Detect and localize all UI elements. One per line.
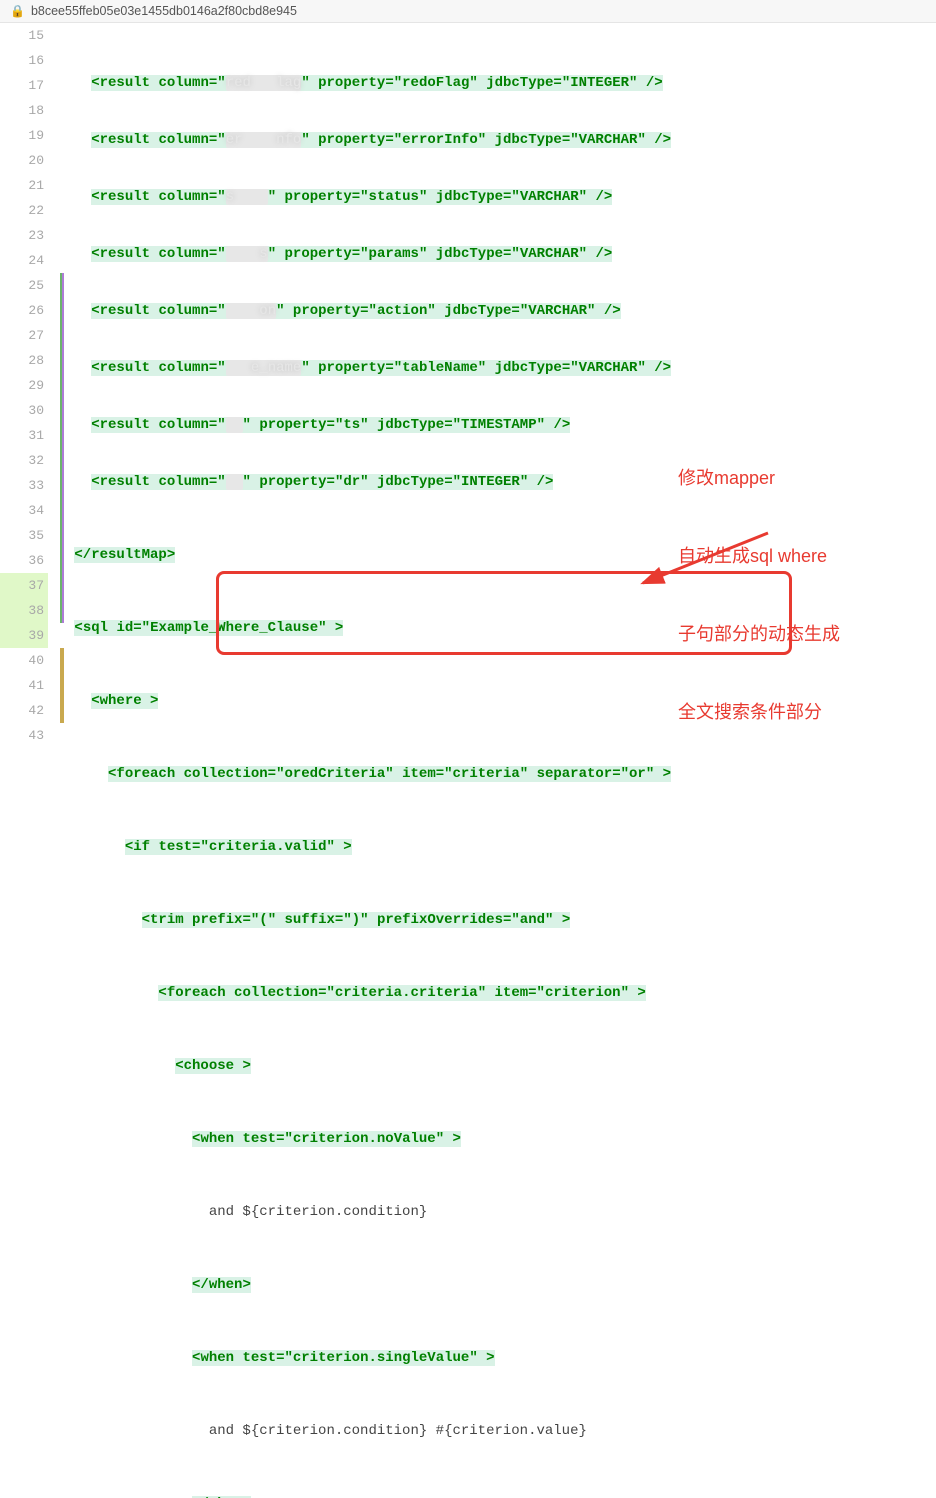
code-editor[interactable]: 15 16 17 18 19 20 21 22 23 24 25 26 27 2… [0,23,936,1498]
line-number: 40 [0,648,48,673]
code-line: <foreach collection="criteria.criteria" … [58,981,936,1006]
code-line: </when> [58,1492,936,1498]
line-number: 35 [0,523,48,548]
line-number: 39 [0,623,48,648]
code-line: </when> [58,1273,936,1298]
code-line: <when test="criterion.singleValue" > [58,1346,936,1371]
line-number: 36 [0,548,48,573]
line-number: 24 [0,248,48,273]
line-number: 42 [0,698,48,723]
line-number: 32 [0,448,48,473]
code-line: <result column=" on" property="action" j… [58,299,936,324]
redacted-text: s [226,189,268,205]
code-line: <result column="red lag" property="redoF… [58,71,936,96]
line-number: 21 [0,173,48,198]
title-bar: 🔒 b8cee55ffeb05e03e1455db0146a2f80cbd8e9… [0,0,936,23]
line-number: 26 [0,298,48,323]
line-number: 30 [0,398,48,423]
line-number: 18 [0,98,48,123]
code-line: <choose > [58,1054,936,1079]
line-number: 23 [0,223,48,248]
code-line: and ${criterion.condition} [58,1200,936,1225]
line-number: 16 [0,48,48,73]
line-number: 31 [0,423,48,448]
line-number: 15 [0,23,48,48]
code-line: <result column="er nfo" property="errorI… [58,128,936,153]
line-number: 29 [0,373,48,398]
line-number: 25 [0,273,48,298]
line-number: 17 [0,73,48,98]
code-area[interactable]: <result column="red lag" property="redoF… [58,23,936,1498]
annotation-text: 修改mapper 自动生成sql where 子句部分的动态生成 全文搜索条件部… [678,413,840,777]
line-number: 38 [0,598,48,623]
line-number: 37 [0,573,48,598]
line-number: 28 [0,348,48,373]
code-line: <if test="criteria.valid" > [58,835,936,860]
code-line: <trim prefix="(" suffix=")" prefixOverri… [58,908,936,933]
redacted-text [226,474,243,490]
redacted-text: s [226,246,268,262]
code-line: <result column=" s" property="params" jd… [58,242,936,267]
line-number: 20 [0,148,48,173]
line-number: 43 [0,723,48,748]
lock-icon: 🔒 [10,4,25,18]
redacted-text: e_name [226,360,302,376]
redacted-text [226,417,243,433]
line-number-gutter: 15 16 17 18 19 20 21 22 23 24 25 26 27 2… [0,23,58,1498]
line-number: 27 [0,323,48,348]
code-line: <result column="s " property="status" jd… [58,185,936,210]
code-line: <when test="criterion.noValue" > [58,1127,936,1152]
line-number: 19 [0,123,48,148]
redacted-text: on [226,303,276,319]
line-number: 41 [0,673,48,698]
code-line: <result column=" e_name" property="table… [58,356,936,381]
page-title: b8cee55ffeb05e03e1455db0146a2f80cbd8e945 [31,4,297,18]
redacted-text: er nfo [226,132,302,148]
line-number: 34 [0,498,48,523]
line-number: 33 [0,473,48,498]
line-number: 22 [0,198,48,223]
code-line: and ${criterion.condition} #{criterion.v… [58,1419,936,1444]
redacted-text: red lag [226,75,302,91]
